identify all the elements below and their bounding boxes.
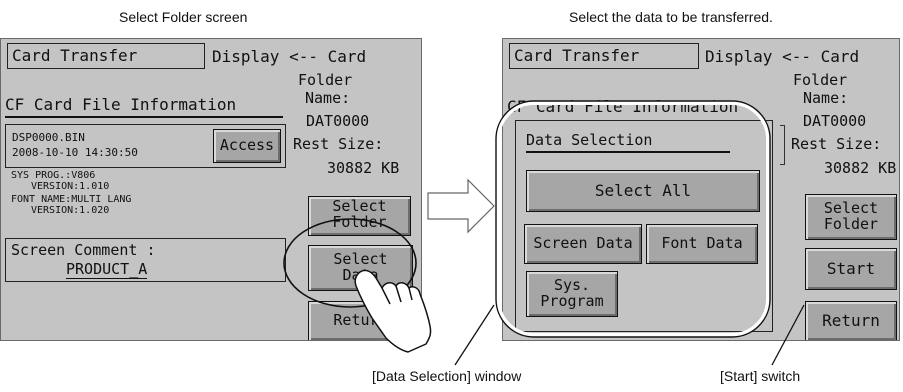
start-switch-leader-line [771, 304, 805, 366]
transition-arrow-icon [427, 178, 495, 234]
highlight-window-outline-white [496, 101, 770, 337]
caption-data-selection-window: [Data Selection] window [372, 368, 522, 384]
pointing-hand-icon [354, 269, 432, 353]
highlight-window-outline [495, 100, 771, 338]
annotation-overlay [283, 100, 805, 366]
data-selection-leader-line [454, 304, 495, 366]
caption-start-switch: [Start] switch [720, 368, 801, 384]
